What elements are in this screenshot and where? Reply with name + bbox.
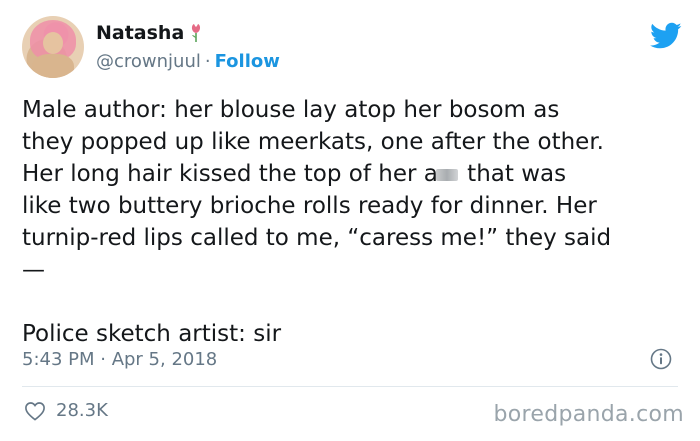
- avatar-face: [43, 32, 63, 54]
- avatar[interactable]: [22, 16, 84, 78]
- flower-icon: [192, 24, 201, 42]
- tweet-line-7: Police sketch artist: sir: [22, 321, 282, 347]
- like-count: 28.3K: [56, 400, 108, 421]
- divider: [22, 386, 678, 387]
- tweet-line-3-start: Her long hair kissed the top of her a: [22, 161, 438, 187]
- tweet-line-2: they popped up like meerkats, one after …: [22, 129, 604, 155]
- tweet-line-4: like two buttery brioche rolls ready for…: [22, 193, 597, 219]
- twitter-bird-icon[interactable]: [650, 22, 682, 50]
- info-icon[interactable]: [650, 348, 672, 370]
- tweet-timestamp[interactable]: 5:43 PM · Apr 5, 2018: [22, 349, 217, 370]
- censor-blur: [435, 168, 458, 181]
- author-name[interactable]: Natasha: [96, 22, 184, 44]
- like-action[interactable]: 28.3K: [24, 400, 108, 421]
- heart-icon[interactable]: [24, 401, 46, 421]
- tweet-line-5: turnip-red lips called to me, “caress me…: [22, 225, 612, 251]
- watermark: boredpanda.com: [493, 402, 684, 427]
- follow-button[interactable]: Follow: [215, 51, 280, 72]
- name-row: Natasha: [96, 22, 204, 44]
- handle-row: @crownjuul · Follow: [96, 51, 280, 72]
- avatar-body: [32, 54, 74, 78]
- tweet-text: Male author: her blouse lay atop her bos…: [22, 94, 682, 350]
- author-handle[interactable]: @crownjuul: [96, 51, 201, 72]
- separator-dot: ·: [204, 51, 211, 72]
- tweet-line-3-end: that was: [459, 161, 567, 187]
- tweet-header: Natasha @crownjuul · Follow: [22, 16, 682, 80]
- tweet-line-1: Male author: her blouse lay atop her bos…: [22, 97, 560, 123]
- tweet-line-6: —: [22, 257, 45, 283]
